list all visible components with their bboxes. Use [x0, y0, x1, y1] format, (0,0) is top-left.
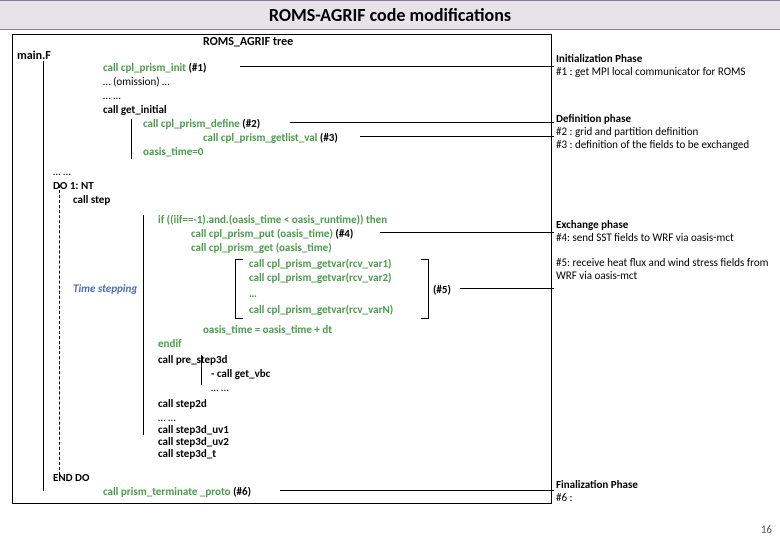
title-bar: ROMS-AGRIF code modifications [0, 0, 780, 30]
pre-step3d: call pre_step3d [158, 353, 227, 366]
end-do: END DO [53, 471, 89, 484]
connector-4 [380, 232, 554, 233]
tag-2: (#2) [242, 117, 260, 130]
exchange-phase-text1: #4: send SST fields to WRF via oasis-mct [556, 231, 771, 244]
exchange-phase-title: Exchange phase [556, 218, 771, 231]
final-phase-title: Finalization Phase [556, 478, 771, 491]
tag-4: (#4) [335, 227, 353, 240]
if-statement: if ((iif==-1).and.(oasis_time < oasis_ru… [158, 213, 387, 226]
oasis-time-zero: oasis_time=0 [143, 145, 203, 158]
tag-5: (#5) [433, 283, 451, 296]
do-dashed-line [59, 185, 60, 475]
exchange-phase-text2: #5: receive heat flux and wind stress fi… [556, 256, 771, 282]
content-area: ROMS_AGRIF tree main.F call cpl_prism_in… [0, 30, 780, 540]
get-initial-call: call get_initial [103, 103, 167, 116]
getvar2: call cpl_prism_getvar(rcv_var2) [249, 271, 391, 284]
tag-3: (#3) [320, 131, 338, 144]
pre-vertical-line [201, 355, 202, 385]
time-stepping-label: Time stepping [73, 283, 137, 295]
oasis-time-dt: oasis_time = oasis_time + dt [203, 323, 332, 336]
getvar1: call cpl_prism_getvar(rcv_var1) [249, 257, 391, 270]
init-phase-box: Initialization Phase #1 : get MPI local … [556, 52, 771, 78]
def-phase-title: Definition phase [556, 112, 771, 125]
connector-5 [460, 288, 554, 289]
final-phase-text: #6 : [556, 491, 771, 504]
tag-6: (#6) [233, 485, 251, 498]
code-call-init: call cpl_prism_init (#1) [103, 61, 206, 74]
final-phase-box: Finalization Phase #6 : [556, 478, 771, 504]
getvar-bracket-right [421, 259, 429, 319]
tag-1: (#1) [189, 61, 207, 74]
connector-6 [280, 490, 554, 491]
dots-2: … … [53, 165, 71, 178]
terminate-call: call prism_terminate _proto (#6) [103, 485, 251, 498]
slide-title: ROMS-AGRIF code modifications [269, 4, 511, 26]
tree-title: ROMS_AGRIF tree [203, 35, 293, 49]
step2d: call step2d [158, 397, 207, 410]
call-step: call step [73, 193, 110, 206]
omission-text: … (omission) … [103, 75, 170, 88]
define-call: call cpl_prism_define (#2) [143, 117, 260, 130]
connector-1 [240, 66, 554, 67]
prism-put-call: call cpl_prism_put (oasis_time) [191, 227, 333, 240]
init-vertical-line [131, 119, 132, 159]
step-vertical-line [143, 215, 144, 435]
getvar-bracket-left [235, 259, 243, 319]
dots-3: … … [211, 381, 229, 394]
prism-terminate-call: call prism_terminate _proto [103, 485, 231, 498]
def-phase-box: Definition phase #2 : grid and partition… [556, 112, 771, 151]
init-phase-text: #1 : get MPI local communicator for ROMS [556, 65, 771, 78]
def-phase-text2: #3 : definition of the fields to be exch… [556, 138, 771, 151]
getvarN: call cpl_prism_getvar(rcv_varN) [249, 303, 393, 316]
connector-2 [290, 122, 554, 123]
prism-getlist-call: call cpl_prism_getlist_val [203, 131, 317, 144]
put-call: call cpl_prism_put (oasis_time) (#4) [191, 227, 353, 240]
getvar-dots: … [249, 287, 257, 300]
init-phase-title: Initialization Phase [556, 52, 771, 65]
page-number: 16 [761, 523, 772, 536]
get-vbc: - call get_vbc [211, 367, 270, 380]
prism-define-call: call cpl_prism_define [143, 117, 240, 130]
main-vertical-line [43, 61, 44, 491]
prism-init-call: call cpl_prism_init [103, 61, 186, 74]
step3d-t: call step3d_t [158, 447, 216, 460]
connector-3 [360, 136, 554, 137]
exchange-phase-box: Exchange phase #4: send SST fields to WR… [556, 218, 771, 283]
code-tree-box: ROMS_AGRIF tree main.F call cpl_prism_in… [12, 34, 552, 504]
dots-1: … … [103, 89, 121, 102]
get-call: call cpl_prism_get (oasis_time) [191, 241, 332, 254]
main-f-label: main.F [17, 49, 51, 63]
endif: endif [158, 337, 182, 350]
def-phase-text1: #2 : grid and partition definition [556, 125, 771, 138]
getlist-call: call cpl_prism_getlist_val (#3) [203, 131, 338, 144]
